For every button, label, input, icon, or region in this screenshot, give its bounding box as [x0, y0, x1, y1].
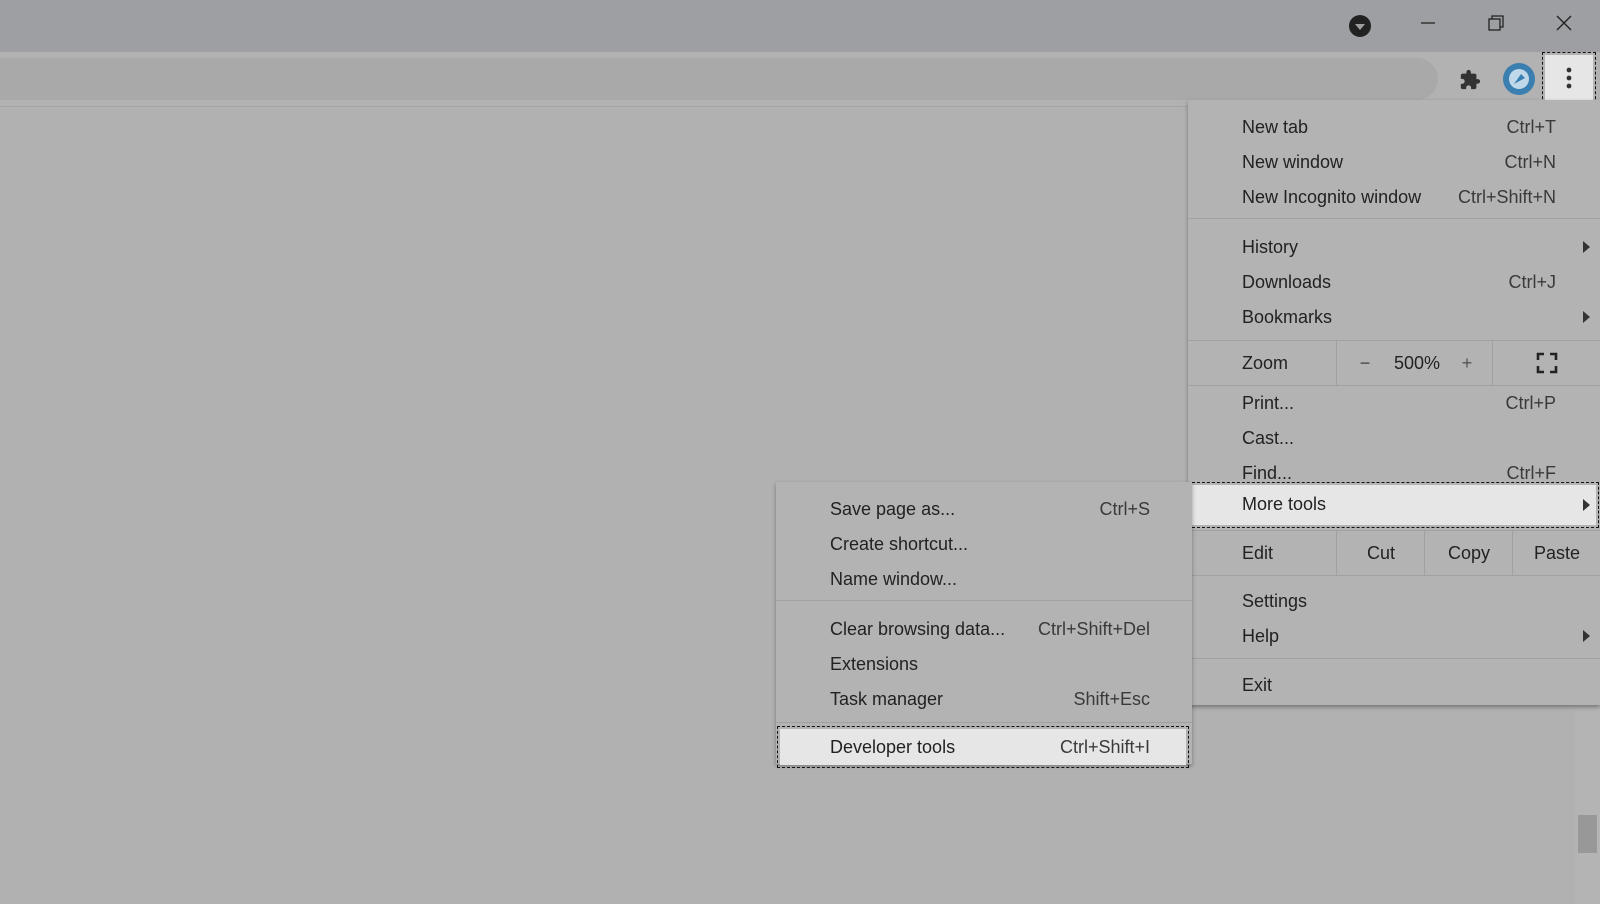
more-tools-submenu: Save page as... Ctrl+S Create shortcut..… — [776, 482, 1192, 768]
fullscreen-icon — [1536, 352, 1558, 374]
close-icon[interactable] — [1530, 0, 1598, 46]
toolbar — [0, 52, 1600, 107]
menu-item-label: Create shortcut... — [830, 534, 969, 554]
menu-item-shortcut: Ctrl+Shift+N — [1457, 187, 1556, 207]
copy-button[interactable]: Copy — [1424, 531, 1513, 575]
menu-item-print[interactable]: Print... Ctrl+P — [1188, 386, 1600, 421]
menu-item-label: Cast... — [1242, 428, 1295, 448]
menu-item-label: Save page as... — [830, 499, 956, 519]
menu-item-label: Developer tools — [830, 737, 956, 757]
menu-item-shortcut: Ctrl+Shift+I — [1059, 737, 1150, 757]
submenu-item-save-page[interactable]: Save page as... Ctrl+S — [776, 492, 1192, 527]
menu-item-label: More tools — [1242, 494, 1327, 514]
paste-button[interactable]: Paste — [1512, 531, 1600, 575]
menu-item-label: New window — [1242, 152, 1344, 172]
menu-item-label: Name window... — [830, 569, 958, 589]
menu-item-label: New tab — [1242, 117, 1309, 137]
menu-item-label: Task manager — [830, 689, 944, 709]
zoom-out-button[interactable]: − — [1336, 341, 1393, 385]
menu-item-label: Clear browsing data... — [830, 619, 1006, 639]
menu-item-shortcut: Ctrl+P — [1505, 393, 1556, 413]
menu-separator — [1188, 218, 1600, 219]
menu-item-new-tab[interactable]: New tab Ctrl+T — [1188, 110, 1600, 145]
menu-item-label: Help — [1242, 626, 1280, 646]
menu-separator — [1188, 575, 1600, 576]
zoom-level: 500% — [1393, 352, 1441, 373]
submenu-item-dev-tools[interactable]: Developer tools Ctrl+Shift+I — [777, 726, 1189, 768]
avatar[interactable] — [1502, 62, 1536, 96]
submenu-item-name-window[interactable]: Name window... — [776, 562, 1192, 597]
submenu-arrow-icon — [1583, 311, 1590, 323]
menu-item-shortcut: Ctrl+F — [1506, 463, 1557, 483]
menu-item-label: Find... — [1242, 463, 1293, 483]
submenu-arrow-icon — [1583, 630, 1590, 642]
submenu-item-create-shortcut[interactable]: Create shortcut... — [776, 527, 1192, 562]
menu-item-label: Bookmarks — [1242, 307, 1333, 327]
submenu-item-task-manager[interactable]: Task manager Shift+Esc — [776, 682, 1192, 717]
chrome-menu: New tab Ctrl+T New window Ctrl+N New Inc… — [1187, 100, 1600, 705]
edit-label: Edit — [1242, 543, 1274, 563]
menu-item-downloads[interactable]: Downloads Ctrl+J — [1188, 265, 1600, 300]
menu-separator — [1188, 658, 1600, 659]
restore-icon[interactable] — [1462, 0, 1530, 46]
menu-item-shortcut: Shift+Esc — [1073, 689, 1150, 709]
tab-search-icon[interactable] — [1348, 14, 1372, 38]
menu-item-label: Settings — [1242, 591, 1308, 611]
menu-row-zoom: Zoom − 500% + — [1188, 341, 1600, 385]
puzzle-icon[interactable] — [1454, 64, 1486, 96]
menu-item-new-incognito[interactable]: New Incognito window Ctrl+Shift+N — [1188, 180, 1600, 215]
menu-item-label: Downloads — [1242, 272, 1332, 292]
menu-item-bookmarks[interactable]: Bookmarks — [1188, 300, 1600, 335]
menu-item-cast[interactable]: Cast... — [1188, 421, 1600, 456]
menu-item-help[interactable]: Help — [1188, 619, 1600, 654]
submenu-item-extensions[interactable]: Extensions — [776, 647, 1192, 682]
submenu-arrow-icon — [1583, 499, 1590, 511]
menu-item-label: Exit — [1242, 675, 1273, 695]
menu-item-new-window[interactable]: New window Ctrl+N — [1188, 145, 1600, 180]
menu-row-edit: Edit Cut Copy Paste — [1188, 531, 1600, 575]
fullscreen-button[interactable] — [1492, 341, 1600, 385]
menu-item-shortcut: Ctrl+N — [1504, 152, 1556, 172]
menu-item-shortcut: Ctrl+J — [1508, 272, 1556, 292]
cut-button[interactable]: Cut — [1336, 531, 1425, 575]
menu-item-exit[interactable]: Exit — [1188, 668, 1600, 703]
zoom-label: Zoom — [1242, 353, 1289, 373]
address-bar[interactable] — [0, 58, 1438, 100]
menu-item-shortcut: Ctrl+T — [1506, 117, 1557, 137]
menu-item-label: History — [1242, 237, 1299, 257]
menu-item-settings[interactable]: Settings — [1188, 584, 1600, 619]
scrollbar-thumb[interactable] — [1578, 815, 1597, 853]
menu-item-more-tools[interactable]: More tools — [1187, 482, 1599, 528]
submenu-item-clear-data[interactable]: Clear browsing data... Ctrl+Shift+Del — [776, 612, 1192, 647]
zoom-in-button[interactable]: + — [1442, 341, 1492, 385]
menu-item-history[interactable]: History — [1188, 230, 1600, 265]
menu-separator — [776, 722, 1192, 723]
submenu-arrow-icon — [1583, 241, 1590, 253]
minimize-icon[interactable] — [1394, 0, 1462, 46]
menu-item-shortcut: Ctrl+S — [1099, 499, 1150, 519]
menu-item-shortcut: Ctrl+Shift+Del — [1037, 619, 1150, 639]
menu-item-label: New Incognito window — [1242, 187, 1422, 207]
title-bar — [0, 0, 1600, 52]
kebab-icon[interactable] — [1542, 52, 1596, 104]
menu-item-label: Print... — [1242, 393, 1295, 413]
menu-item-label: Extensions — [830, 654, 919, 674]
menu-separator — [776, 600, 1192, 601]
